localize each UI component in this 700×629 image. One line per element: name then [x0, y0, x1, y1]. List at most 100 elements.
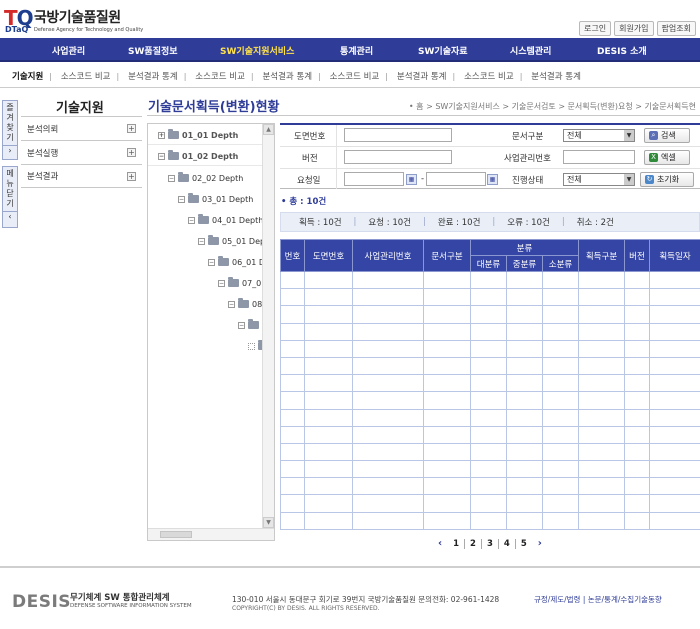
page-link[interactable]: 4 — [497, 538, 515, 549]
footer-address: 130-010 서울시 동대문구 회기로 39번지 국방기술품질원 문의전화: … — [232, 595, 500, 604]
site-logo[interactable]: TQ DTaQ 국방기술품질원 Defense Agency for Techn… — [4, 6, 143, 34]
expand-icon[interactable]: + — [127, 148, 136, 157]
version-input[interactable] — [344, 150, 452, 164]
lnb-source-compare[interactable]: 소스코드 비교 — [464, 72, 514, 82]
signup-link[interactable]: 회원가입 — [614, 21, 654, 36]
tree-node[interactable]: − 04_01 Depth — [188, 212, 263, 228]
tree-node[interactable]: − 08_ — [228, 296, 266, 312]
sidebar-item-analysis-request[interactable]: 분석의뢰 + — [21, 116, 142, 140]
table-cell — [578, 374, 625, 393]
col-header-doc-type[interactable]: 문서구분 — [423, 239, 471, 272]
drawing-no-input[interactable] — [344, 128, 452, 142]
scroll-thumb[interactable] — [160, 531, 192, 538]
lnb-source-compare[interactable]: 소스코드 비교 — [61, 72, 111, 82]
table-cell — [470, 305, 507, 324]
table-row[interactable] — [280, 511, 700, 530]
table-row[interactable] — [280, 460, 700, 479]
menu-hide-tab[interactable]: 메뉴닫기 ‹ — [2, 166, 18, 228]
tree-node[interactable]: − 07_01 — [218, 275, 266, 291]
scroll-down-icon[interactable]: ▼ — [263, 517, 274, 528]
tree-horizontal-scrollbar[interactable] — [148, 528, 274, 540]
table-row[interactable] — [280, 408, 700, 427]
minus-icon[interactable]: − — [178, 195, 185, 203]
next-page-icon[interactable]: › — [538, 538, 542, 549]
table-row[interactable] — [280, 477, 700, 496]
col-header-minor[interactable]: 소분류 — [542, 255, 579, 272]
minus-icon[interactable]: − — [158, 152, 165, 160]
minus-icon[interactable]: − — [238, 321, 245, 329]
tree-node[interactable]: − 01_02 Depth — [158, 148, 238, 164]
page-link[interactable]: 5 — [514, 538, 532, 549]
gnb-sw-quality[interactable]: SW품질정보 — [128, 44, 178, 57]
lnb-source-compare[interactable]: 소스코드 비교 — [195, 72, 245, 82]
minus-icon[interactable]: − — [218, 279, 225, 287]
tree-node[interactable]: + 01_01 Depth — [158, 127, 238, 143]
excel-button[interactable]: X 엑셀 — [644, 150, 690, 165]
minus-icon[interactable]: − — [228, 300, 235, 308]
gnb-sw-tech-support[interactable]: SW기술지원서비스 — [220, 44, 294, 57]
reset-button[interactable]: ↻ 초기화 — [640, 172, 694, 187]
status-select[interactable]: 전체 — [563, 173, 635, 186]
expand-icon[interactable]: + — [127, 124, 136, 133]
tree-toggle[interactable] — [248, 342, 255, 350]
table-row[interactable] — [280, 339, 700, 358]
minus-icon[interactable]: − — [188, 216, 195, 224]
sidebar-item-analysis-result[interactable]: 분석결과 + — [21, 164, 142, 188]
gnb-sw-tech-data[interactable]: SW기술자료 — [418, 44, 468, 57]
lnb-analysis-stats[interactable]: 분석결과 통계 — [262, 72, 312, 82]
col-header-acq-type[interactable]: 획득구분 — [578, 239, 625, 272]
tree-vertical-scrollbar[interactable]: ▲ ▼ — [262, 124, 274, 528]
search-button[interactable]: ⌕ 검색 — [644, 128, 690, 143]
table-row[interactable] — [280, 442, 700, 462]
table-row[interactable] — [280, 356, 700, 376]
popup-link[interactable]: 팝업조회 — [656, 21, 696, 36]
col-header-drawing-no[interactable]: 도면번호 — [304, 239, 353, 272]
col-header-biz-no[interactable]: 사업관리번호 — [352, 239, 424, 272]
date-from-input[interactable] — [344, 172, 404, 186]
sidebar-item-analysis-run[interactable]: 분석실행 + — [21, 140, 142, 164]
calendar-icon[interactable]: ▦ — [487, 174, 498, 185]
page-link[interactable]: 2 — [464, 538, 481, 549]
table-row[interactable] — [280, 494, 700, 513]
lnb-analysis-stats[interactable]: 분석결과 통계 — [531, 72, 581, 82]
table-row[interactable] — [280, 374, 700, 393]
expand-icon[interactable]: + — [127, 171, 136, 181]
tree-node[interactable]: − 06_01 De — [208, 254, 270, 270]
minus-icon[interactable]: − — [198, 237, 205, 245]
col-header-middle[interactable]: 중분류 — [506, 255, 543, 272]
table-row[interactable] — [280, 322, 700, 341]
gnb-project-management[interactable]: 사업관리 — [52, 44, 85, 57]
lnb-analysis-stats[interactable]: 분석결과 통계 — [128, 72, 178, 82]
lnb-source-compare[interactable]: 소스코드 비교 — [330, 72, 380, 82]
page-link[interactable]: 1 — [448, 539, 464, 549]
page-link[interactable]: 3 — [480, 538, 498, 549]
minus-icon[interactable]: − — [168, 174, 175, 182]
doc-type-select[interactable]: 전체 — [563, 129, 635, 142]
col-header-major[interactable]: 대분류 — [470, 255, 507, 272]
table-row[interactable] — [280, 288, 700, 307]
plus-icon[interactable]: + — [158, 131, 165, 139]
tree-node[interactable]: − 03_01 Depth — [178, 191, 253, 207]
login-link[interactable]: 로그인 — [579, 21, 612, 36]
lnb-analysis-stats[interactable]: 분석결과 통계 — [397, 72, 447, 82]
col-header-version[interactable]: 버전 — [624, 239, 650, 272]
gnb-desis-intro[interactable]: DESIS 소개 — [597, 44, 647, 57]
date-to-input[interactable] — [426, 172, 486, 186]
gnb-system-management[interactable]: 시스템관리 — [510, 44, 551, 57]
favorites-tab[interactable]: 즐겨찾기 › — [2, 100, 18, 160]
minus-icon[interactable]: − — [208, 258, 215, 266]
table-row[interactable] — [280, 305, 700, 324]
col-header-no[interactable]: 번호 — [280, 239, 305, 272]
prev-page-icon[interactable]: ‹ — [438, 538, 442, 549]
table-row[interactable] — [280, 425, 700, 444]
calendar-icon[interactable]: ▦ — [406, 174, 417, 185]
tree-node[interactable]: − 02_02 Depth — [168, 170, 243, 186]
lnb-tech-support[interactable]: 기술지원 — [12, 72, 43, 82]
gnb-statistics[interactable]: 통계관리 — [340, 44, 373, 57]
biz-no-input[interactable] — [563, 150, 635, 164]
table-row[interactable] — [280, 270, 700, 290]
footer-links[interactable]: 규정/제도/법령 | 논문/통계/수집기술동향 — [534, 594, 662, 605]
col-header-acq-date[interactable]: 획득일자 — [649, 239, 700, 272]
scroll-up-icon[interactable]: ▲ — [263, 124, 274, 135]
table-row[interactable] — [280, 391, 700, 410]
